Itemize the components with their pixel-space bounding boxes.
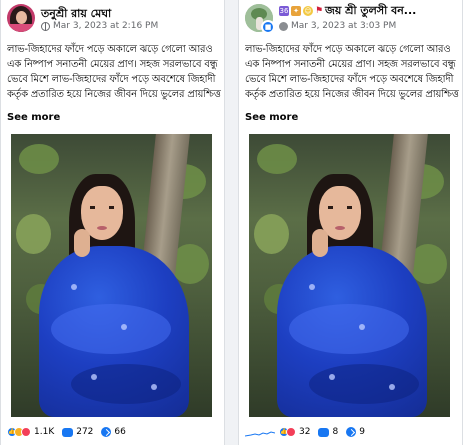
comment-icon [62,427,74,437]
post-stats: 👍 1.1K 272 66 [7,425,132,439]
author-name-row: 36 ✦ ☺ ⚑ জয় শ্রী তুলসী বন... [279,4,416,18]
post-body: লাভ-জিহাদের ফাঁদে পড়ে অকালে ঝড়ে গেলো আ… [7,44,221,100]
share-icon [346,427,357,437]
post-timestamp[interactable]: Mar 3, 2023 at 3:03 PM [291,21,396,31]
post-photo[interactable] [249,134,450,417]
post-card: ■ 36 ✦ ☺ ⚑ জয় শ্রী তুলসী বন... Mar 3, 2… [238,0,463,445]
emoji-badge-icon: ☺ [303,6,313,16]
see-more-link[interactable]: See more [245,112,298,123]
reactions-count[interactable]: 32 [299,427,310,437]
love-reaction-icon [286,427,296,437]
feed-gap [225,0,238,445]
flag-emoji-icon: ⚑ [315,6,324,16]
post-card: তনুশ্রী রায় মেঘা Mar 3, 2023 at 2:16 PM… [0,0,225,445]
post-meta: Mar 3, 2023 at 2:16 PM [41,21,158,31]
post-header: তনুশ্রী রায় মেঘা Mar 3, 2023 at 2:16 PM [7,4,221,38]
group-badge-icon: ■ [261,20,275,34]
sparkline-icon [245,431,275,437]
emoji-badge-icon: 36 [279,6,289,16]
reactions-count[interactable]: 1.1K [34,427,54,437]
love-reaction-icon [21,427,31,437]
post-body: লাভ-জিহাদের ফাঁদে পড়ে অকালে ঝড়ে গেলো আ… [245,44,459,100]
post-timestamp[interactable]: Mar 3, 2023 at 2:16 PM [53,21,158,31]
author-name[interactable]: জয় শ্রী তুলসী বন... [325,2,416,21]
globe-icon [41,21,50,31]
share-icon [101,427,112,437]
comments-count[interactable]: 8 [332,427,338,437]
post-stats: 👍 32 8 9 [245,425,371,439]
emoji-badge-icon: ✦ [291,6,301,16]
shares-count[interactable]: 9 [359,427,365,437]
verified-icon [279,21,288,31]
shares-count[interactable]: 66 [114,427,125,437]
post-meta: Mar 3, 2023 at 3:03 PM [279,21,396,31]
see-more-link[interactable]: See more [7,112,60,123]
post-header: ■ 36 ✦ ☺ ⚑ জয় শ্রী তুলসী বন... Mar 3, 2… [245,4,459,38]
comment-icon [318,427,330,437]
comments-count[interactable]: 272 [76,427,93,437]
author-avatar[interactable] [7,4,35,32]
post-photo[interactable] [11,134,212,417]
